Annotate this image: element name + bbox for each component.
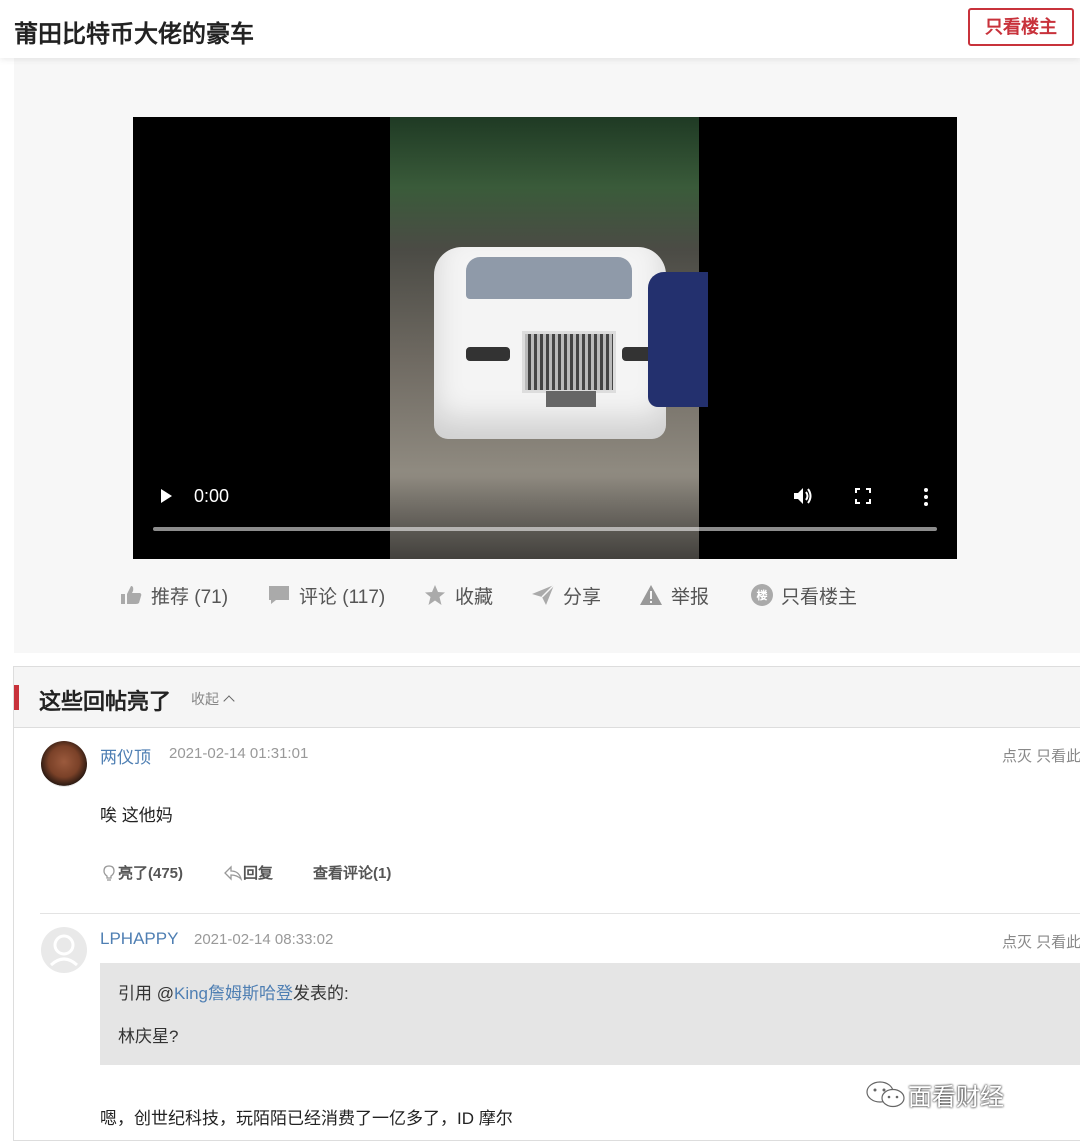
background-car-image xyxy=(648,272,708,407)
car-image xyxy=(434,247,666,439)
video-controls xyxy=(133,477,957,559)
comment-username[interactable]: LPHAPPY xyxy=(100,929,178,949)
highlight-replies-panel: 这些回帖亮了 收起 两仪顶 2021-02-14 01:31:01 点灭 只看此… xyxy=(13,666,1080,1141)
comment-text: 嗯，创世纪科技，玩陌陌已经消费了一亿多了，ID 摩尔 xyxy=(100,1109,513,1128)
quote-header: 引用 @King詹姆斯哈登发表的: xyxy=(118,979,349,1004)
light-label: 亮了(475) xyxy=(118,865,184,882)
light-button[interactable]: 亮了(475) xyxy=(100,862,183,883)
share-button[interactable]: 分享 xyxy=(531,580,601,610)
share-label: 分享 xyxy=(563,586,602,608)
collapse-label: 收起 xyxy=(191,691,219,707)
comment-right-links[interactable]: 点灭 只看此 xyxy=(1002,931,1080,952)
comment-username[interactable]: 两仪顶 xyxy=(100,743,151,768)
more-options-icon[interactable] xyxy=(921,486,931,508)
favorite-button[interactable]: 收藏 xyxy=(423,580,493,610)
collapse-toggle[interactable]: 收起 xyxy=(191,689,235,709)
video-player[interactable]: 0:00 xyxy=(133,117,957,559)
warning-icon xyxy=(640,585,662,605)
default-avatar-icon xyxy=(49,934,79,967)
floor-icon: 楼 xyxy=(751,584,773,606)
favorite-label: 收藏 xyxy=(455,586,494,608)
comment-button[interactable]: 评论 (117) xyxy=(267,580,385,610)
report-label: 举报 xyxy=(671,586,710,608)
quote-text: 林庆星? xyxy=(118,1027,179,1046)
wechat-logo-icon xyxy=(866,1081,905,1108)
panel-title: 这些回帖亮了 xyxy=(39,689,172,714)
comment-text: 唉 这他妈 xyxy=(100,806,173,825)
avatar[interactable] xyxy=(41,741,87,787)
fullscreen-icon[interactable] xyxy=(855,488,871,504)
only-op-action-button[interactable]: 楼 只看楼主 xyxy=(751,580,857,610)
quote-prefix: 引用 @ xyxy=(118,984,174,1003)
comment-item: 两仪顶 2021-02-14 01:31:01 点灭 只看此 唉 这他妈 亮了(… xyxy=(14,728,1080,913)
avatar[interactable] xyxy=(41,927,87,973)
play-icon[interactable] xyxy=(161,489,172,503)
view-comments-label: 查看评论(1) xyxy=(313,865,392,882)
comment-time: 2021-02-14 08:33:02 xyxy=(194,931,334,948)
thumbs-up-icon xyxy=(121,586,142,604)
quote-mention-link[interactable]: King詹姆斯哈登 xyxy=(174,984,293,1003)
recommend-button[interactable]: 推荐 (71) xyxy=(119,580,228,610)
reply-icon xyxy=(224,864,243,881)
comment-actions: 亮了(475) 回复 查看评论(1) xyxy=(100,862,431,883)
only-op-button[interactable]: 只看楼主 xyxy=(968,8,1074,46)
panel-header: 这些回帖亮了 收起 xyxy=(14,667,1080,728)
reply-label: 回复 xyxy=(243,865,274,882)
post-action-bar: 推荐 (71) 评论 (117) 收藏 分享 举报 楼 只看楼主 xyxy=(119,580,1019,610)
comment-time: 2021-02-14 01:31:01 xyxy=(169,745,309,762)
star-icon xyxy=(425,585,445,605)
page-title: 莆田比特币大佬的豪车 xyxy=(14,21,254,48)
video-progress-bar[interactable] xyxy=(153,527,937,531)
report-button[interactable]: 举报 xyxy=(639,580,709,610)
post-body: 0:00 推荐 (71) 评论 (117) 收藏 分享 举报 楼 只看楼主 xyxy=(14,58,1080,653)
comment-right-links[interactable]: 点灭 只看此 xyxy=(1002,745,1080,766)
top-bar: 莆田比特币大佬的豪车 只看楼主 xyxy=(0,0,1080,58)
quote-block: 引用 @King詹姆斯哈登发表的: 林庆星? xyxy=(100,963,1080,1065)
comment-icon xyxy=(269,586,289,604)
only-op-action-label: 只看楼主 xyxy=(781,586,858,608)
watermark: 面看财经 xyxy=(864,1077,1064,1111)
lightbulb-icon xyxy=(103,864,115,881)
chevron-up-icon xyxy=(223,695,235,707)
view-comments-button[interactable]: 查看评论(1) xyxy=(313,862,391,883)
comment-label: 评论 (117) xyxy=(299,586,386,608)
share-icon xyxy=(532,584,555,605)
accent-bar xyxy=(14,685,19,710)
reply-button[interactable]: 回复 xyxy=(223,862,273,883)
volume-icon[interactable] xyxy=(792,486,814,506)
recommend-label: 推荐 (71) xyxy=(151,586,229,608)
quote-suffix: 发表的: xyxy=(293,984,349,1003)
watermark-text: 面看财经 xyxy=(908,1083,1004,1111)
video-time: 0:00 xyxy=(194,486,230,506)
